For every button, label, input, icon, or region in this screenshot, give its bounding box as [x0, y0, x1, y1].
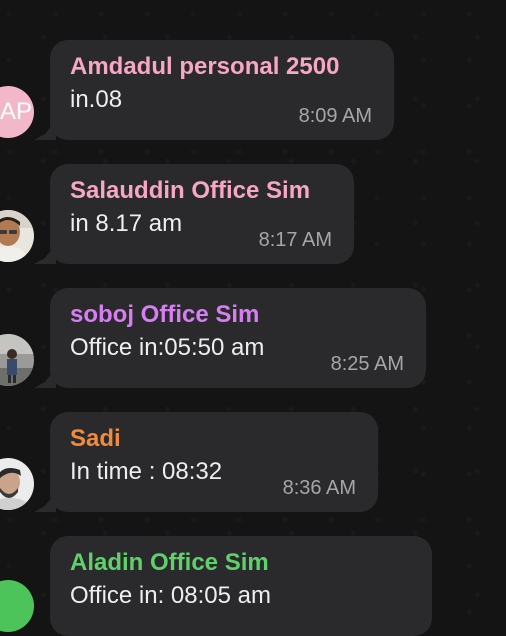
message-bubble[interactable]: Aladin Office Sim Office in: 08:05 am — [50, 536, 432, 636]
message-bubble[interactable]: Amdadul personal 2500 in.08 8:09 AM — [50, 40, 394, 140]
sender-name[interactable]: Salauddin Office Sim — [70, 176, 334, 206]
message-time: 8:17 AM — [258, 229, 332, 251]
message-bubble[interactable]: Sadi In time : 08:32 8:36 AM — [50, 412, 378, 512]
sender-name[interactable]: Sadi — [70, 424, 358, 454]
message-time: 8:25 AM — [330, 353, 404, 375]
profile-photo-icon — [0, 334, 34, 386]
message-bubble[interactable]: soboj Office Sim Office in:05:50 am 8:25… — [50, 288, 426, 388]
chat-message-list[interactable]: AP Amdadul personal 2500 in.08 8:09 AM S… — [0, 0, 506, 636]
message-time: 8:09 AM — [298, 105, 372, 127]
sender-name[interactable]: soboj Office Sim — [70, 300, 406, 330]
avatar[interactable] — [0, 210, 34, 262]
avatar[interactable] — [0, 580, 34, 632]
avatar[interactable] — [0, 334, 34, 386]
avatar[interactable]: AP — [0, 86, 34, 138]
profile-photo-icon — [0, 210, 34, 262]
sender-name[interactable]: Aladin Office Sim — [70, 548, 412, 578]
profile-photo-icon — [0, 458, 34, 510]
avatar[interactable] — [0, 458, 34, 510]
message-bubble[interactable]: Salauddin Office Sim in 8.17 am 8:17 AM — [50, 164, 354, 264]
message-text: Office in: 08:05 am — [70, 582, 271, 609]
message-time: 8:36 AM — [282, 477, 356, 499]
sender-name[interactable]: Amdadul personal 2500 — [70, 52, 374, 82]
avatar-initials: AP — [0, 98, 32, 125]
